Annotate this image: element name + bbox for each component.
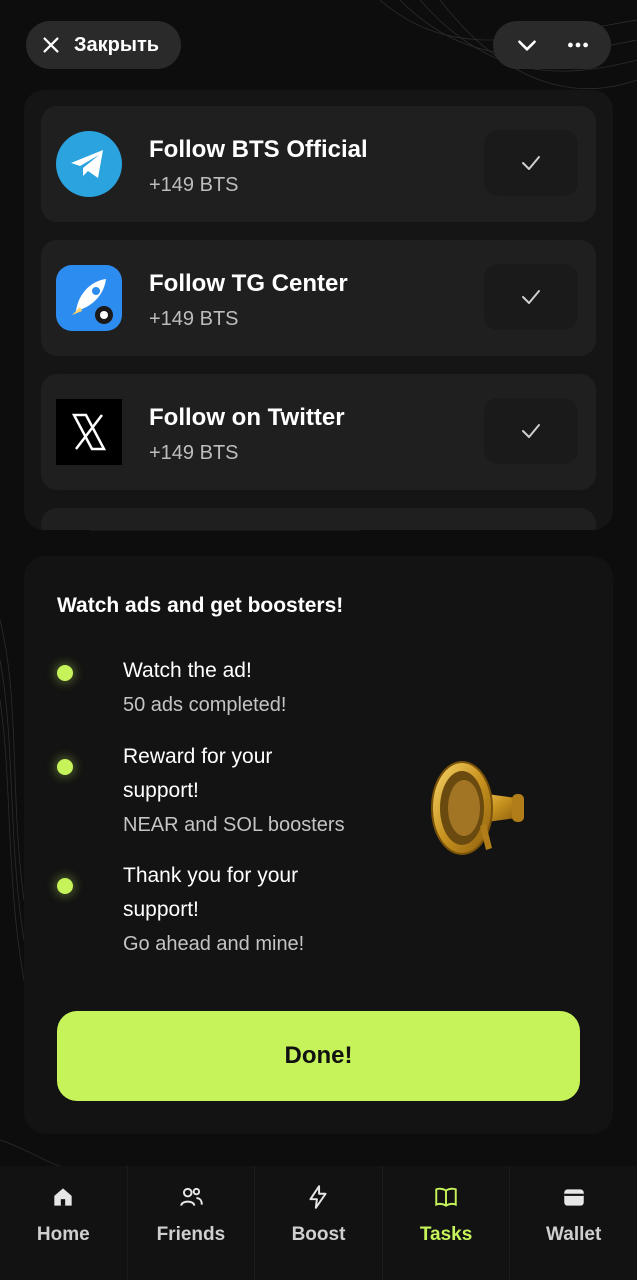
nav-friends[interactable]: Friends xyxy=(128,1166,256,1280)
step-dot xyxy=(57,759,73,775)
step-dot xyxy=(57,665,73,681)
screen: Закрыть Follow BTS Official +149 BTS Fol… xyxy=(0,0,637,1280)
nav-label: Home xyxy=(36,1224,90,1245)
close-button[interactable]: Закрыть xyxy=(26,21,181,69)
task-status xyxy=(484,130,578,196)
home-icon xyxy=(54,1188,72,1206)
done-button[interactable]: Done! xyxy=(57,1011,580,1101)
task-item[interactable]: Follow on Twitter +149 BTS xyxy=(41,374,596,490)
task-item[interactable]: Follow TG Center +149 BTS xyxy=(41,240,596,356)
friends-icon xyxy=(180,1187,203,1206)
more-icon[interactable] xyxy=(565,32,591,58)
task-reward: +149 BTS xyxy=(149,442,239,464)
step-title: Watch the ad! xyxy=(123,659,252,682)
nav-label: Friends xyxy=(156,1224,226,1245)
nav-label: Wallet xyxy=(546,1224,602,1245)
bottom-nav: Home Friends Boost Tasks Wallet xyxy=(0,1166,637,1280)
task-item[interactable]: Follow BTS Official +149 BTS xyxy=(41,106,596,222)
close-icon xyxy=(43,37,59,53)
task-item-partial[interactable] xyxy=(41,508,596,530)
chevron-down-icon[interactable] xyxy=(514,32,540,58)
task-status xyxy=(484,398,578,464)
ads-card: Watch ads and get boosters! Watch the ad… xyxy=(24,556,613,1134)
telegram-icon xyxy=(56,131,122,197)
task-reward: +149 BTS xyxy=(149,174,239,196)
top-actions xyxy=(493,21,611,69)
tasks-panel: Follow BTS Official +149 BTS Follow TG C… xyxy=(24,90,613,530)
task-title: Follow TG Center xyxy=(149,270,348,297)
step-title: Thank you for your support! xyxy=(123,864,299,921)
nav-boost[interactable]: Boost xyxy=(255,1166,383,1280)
nav-label: Boost xyxy=(291,1224,346,1245)
check-icon xyxy=(522,156,540,170)
step-subtitle: NEAR and SOL boosters xyxy=(123,814,345,836)
nav-label: Tasks xyxy=(419,1224,473,1245)
check-icon xyxy=(522,424,540,438)
nav-home[interactable]: Home xyxy=(0,1166,128,1280)
step-dot xyxy=(57,878,73,894)
x-icon xyxy=(56,399,122,465)
task-reward: +149 BTS xyxy=(149,308,239,330)
task-title: Follow on Twitter xyxy=(149,404,345,431)
step-subtitle: Go ahead and mine! xyxy=(123,933,305,955)
book-icon xyxy=(435,1187,457,1207)
lightning-icon xyxy=(309,1185,328,1209)
step-title: Reward for your support! xyxy=(123,745,273,802)
rocket-icon xyxy=(56,265,122,331)
nav-tasks[interactable]: Tasks xyxy=(383,1166,511,1280)
step-subtitle: 50 ads completed! xyxy=(123,694,287,716)
nav-wallet[interactable]: Wallet xyxy=(510,1166,637,1280)
ads-title: Watch ads and get boosters! xyxy=(57,594,344,617)
task-title: Follow BTS Official xyxy=(149,136,368,163)
task-status xyxy=(484,264,578,330)
wallet-icon xyxy=(563,1189,584,1206)
megaphone-icon xyxy=(431,761,524,855)
check-icon xyxy=(522,290,540,304)
close-label: Закрыть xyxy=(74,33,160,56)
